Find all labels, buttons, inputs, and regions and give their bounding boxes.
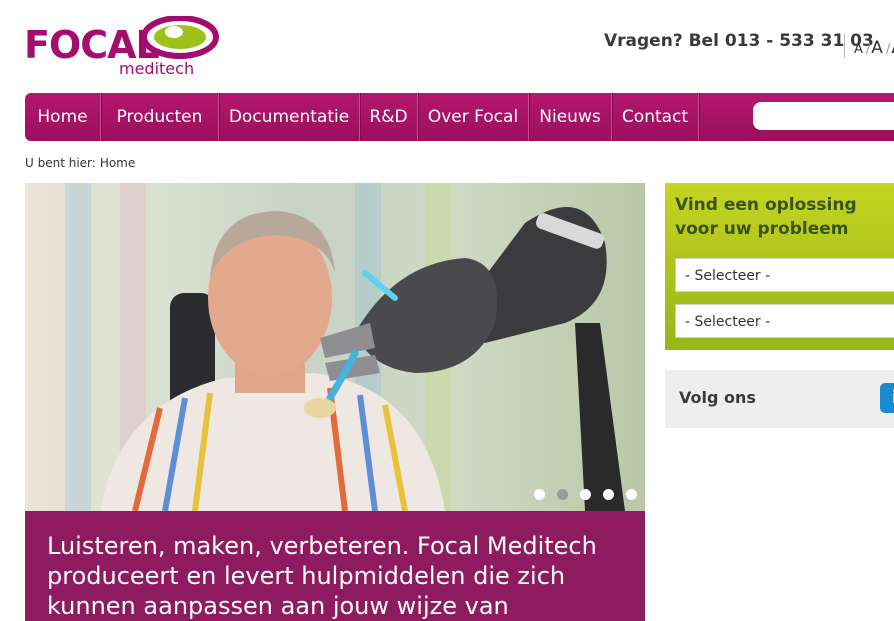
slide-dot-2[interactable] (557, 489, 568, 500)
slide-dot-5[interactable] (626, 489, 637, 500)
follow-us-label: Volg ons (679, 388, 756, 407)
font-size-switcher: A/A/A (844, 34, 894, 58)
slide-dot-4[interactable] (603, 489, 614, 500)
search-input[interactable] (753, 102, 894, 130)
hero-illustration (100, 207, 625, 511)
slide-dot-3[interactable] (580, 489, 591, 500)
hero-caption: Luisteren, maken, verbeteren. Focal Medi… (25, 511, 645, 621)
solution-title-line2: voor uw probleem (675, 219, 849, 239)
phone-number: Vragen? Bel 013 - 533 31 03 (604, 31, 874, 51)
hero-slideshow-image[interactable] (25, 183, 645, 511)
nav-item-documentatie[interactable]: Documentatie (219, 93, 360, 141)
breadcrumb-prefix: U bent hier: (25, 156, 96, 170)
solution-finder-title: Vind een oplossing voor uw probleem (675, 193, 894, 241)
linkedin-icon[interactable]: i (880, 383, 894, 413)
hero-caption-text: Luisteren, maken, verbeteren. Focal Medi… (47, 532, 597, 620)
slide-indicators (534, 489, 637, 500)
solution-finder-box: Vind een oplossing voor uw probleem - Se… (665, 183, 894, 350)
solution-title-line1: Vind een oplossing (675, 195, 857, 215)
breadcrumb: U bent hier: Home (25, 156, 135, 170)
font-size-separator: / (865, 42, 871, 57)
slide-dot-1[interactable] (534, 489, 545, 500)
nav-item-over-focal[interactable]: Over Focal (418, 93, 529, 141)
font-size-small[interactable]: A (854, 42, 863, 57)
problem-select-2[interactable]: - Selecteer - (675, 304, 894, 338)
breadcrumb-current[interactable]: Home (100, 156, 135, 170)
font-size-separator: / (885, 42, 891, 57)
follow-us-box: Volg ons i (665, 370, 894, 428)
nav-item-home[interactable]: Home (25, 93, 101, 141)
logo-subtext: meditech (119, 59, 195, 78)
nav-item-contact[interactable]: Contact (612, 93, 699, 141)
nav-item-rd[interactable]: R&D (360, 93, 418, 141)
nav-item-producten[interactable]: Producten (101, 93, 219, 141)
nav-item-nieuws[interactable]: Nieuws (529, 93, 612, 141)
font-size-medium[interactable]: A (871, 38, 883, 58)
focal-meditech-logo[interactable]: FOCAL meditech (24, 16, 219, 80)
problem-select-1[interactable]: - Selecteer - (675, 258, 894, 292)
